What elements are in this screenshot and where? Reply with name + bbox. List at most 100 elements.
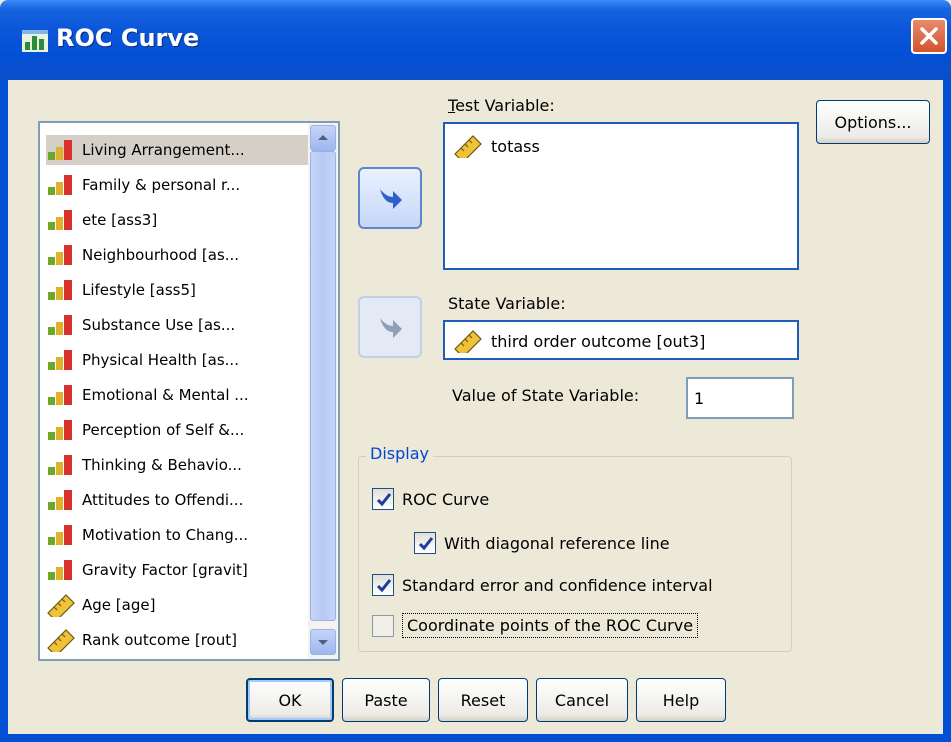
variable-label: Gravity Factor [gravit]: [82, 561, 248, 579]
source-variable-list[interactable]: Living Arrangement... Family & personal r…: [38, 121, 340, 661]
paste-button[interactable]: Paste: [342, 678, 430, 722]
roc-curve-checkbox[interactable]: ROC Curve: [372, 488, 489, 510]
help-button-label: Help: [662, 690, 700, 710]
ordinal-bar-icon: [48, 210, 72, 230]
ordinal-bar-icon: [48, 455, 72, 475]
close-button[interactable]: [911, 18, 947, 54]
variable-list-item[interactable]: Gravity Factor [gravit]: [46, 555, 308, 585]
move-to-state-variable-button[interactable]: [358, 296, 422, 358]
ordinal-bar-icon: [48, 385, 72, 405]
title-bar[interactable]: ROC Curve: [0, 0, 951, 80]
test-variable-list[interactable]: totass: [443, 122, 799, 270]
value-of-state-value: 1: [694, 389, 705, 408]
variable-list-item[interactable]: Age [age]: [46, 590, 308, 620]
variable-list-item[interactable]: Physical Health [as...: [46, 345, 308, 375]
scale-ruler-icon: [47, 629, 75, 652]
variable-label: Perception of Self &...: [82, 421, 245, 439]
ordinal-bar-icon: [48, 490, 72, 510]
variable-label: Thinking & Behavio...: [82, 456, 242, 474]
state-variable-field[interactable]: third order outcome [out3]: [443, 320, 799, 360]
checkbox-box[interactable]: [372, 614, 394, 637]
test-variable-label: Test Variable:: [448, 96, 555, 115]
variable-label: Living Arrangement...: [82, 141, 245, 159]
variable-list-item[interactable]: Substance Use [as...: [46, 310, 308, 340]
ordinal-bar-icon: [48, 525, 72, 545]
variable-list-item[interactable]: Neighbourhood [as...: [46, 240, 308, 270]
variable-label: Rank outcome [rout]: [82, 631, 237, 649]
state-variable-item[interactable]: third order outcome [out3]: [453, 329, 705, 353]
variable-label: Substance Use [as...: [82, 316, 236, 334]
checkbox-box[interactable]: [372, 574, 394, 596]
coordinate-points-checkbox[interactable]: Coordinate points of the ROC Curve: [372, 613, 699, 638]
variable-label: Attitudes to Offendi...: [82, 491, 244, 509]
variable-list-item[interactable]: Thinking & Behavio...: [46, 450, 308, 480]
vertical-scrollbar[interactable]: [308, 123, 338, 659]
scroll-thumb[interactable]: [310, 151, 336, 621]
options-button-label: Options...: [834, 112, 912, 132]
ordinal-bar-icon: [48, 245, 72, 265]
variable-list-item[interactable]: Motivation to Chang...: [46, 520, 308, 550]
variable-list-item[interactable]: Emotional & Mental ...: [46, 380, 308, 410]
scale-ruler-icon: [454, 135, 482, 158]
scale-ruler-icon: [454, 330, 482, 353]
move-to-test-variable-button[interactable]: [358, 167, 422, 229]
window-frame: [943, 80, 951, 742]
checkmark-icon: [376, 579, 392, 593]
ordinal-bar-icon: [48, 175, 72, 195]
ordinal-bar-icon: [48, 560, 72, 580]
cancel-button[interactable]: Cancel: [536, 678, 628, 722]
coordinate-points-label: Coordinate points of the ROC Curve: [402, 613, 699, 638]
value-of-state-input[interactable]: 1: [686, 377, 794, 419]
value-of-state-label: Value of State Variable:: [452, 386, 640, 405]
ok-button[interactable]: OK: [246, 678, 334, 722]
checkbox-box[interactable]: [372, 488, 394, 510]
window-frame: [0, 80, 8, 742]
variable-label: Family & personal r...: [82, 176, 241, 194]
roc-curve-label: ROC Curve: [402, 489, 490, 509]
ordinal-bar-icon: [48, 140, 72, 160]
scroll-up-icon: [318, 135, 328, 140]
paste-button-label: Paste: [364, 690, 408, 710]
options-button[interactable]: Options...: [816, 100, 930, 144]
standard-error-label: Standard error and confidence interval: [402, 575, 713, 595]
variable-list-item[interactable]: Lifestyle [ass5]: [46, 275, 308, 305]
reset-button[interactable]: Reset: [438, 678, 528, 722]
checkmark-icon: [418, 537, 434, 551]
display-group-title: Display: [366, 444, 433, 463]
arrow-right-icon: [380, 189, 402, 209]
variable-label: Motivation to Chang...: [82, 526, 249, 544]
ordinal-bar-icon: [48, 350, 72, 370]
checkbox-box[interactable]: [414, 532, 436, 554]
diagonal-reference-checkbox[interactable]: With diagonal reference line: [414, 532, 670, 554]
variable-label: Emotional & Mental ...: [82, 386, 249, 404]
test-variable-value: totass: [491, 136, 540, 156]
help-button[interactable]: Help: [636, 678, 726, 722]
window-title: ROC Curve: [56, 24, 200, 52]
scroll-down-button[interactable]: [310, 629, 336, 655]
arrow-right-icon: [380, 318, 402, 338]
variable-label: Neighbourhood [as...: [82, 246, 240, 264]
standard-error-checkbox[interactable]: Standard error and confidence interval: [372, 574, 713, 596]
variable-list-item[interactable]: Living Arrangement...: [46, 135, 308, 165]
state-variable-value: third order outcome [out3]: [491, 331, 706, 351]
variable-list-item[interactable]: Family & personal r...: [46, 170, 308, 200]
variable-list-item[interactable]: ete [ass3]: [46, 205, 308, 235]
diagonal-reference-label: With diagonal reference line: [444, 533, 670, 553]
variable-label: ete [ass3]: [82, 211, 158, 229]
ok-button-label: OK: [278, 690, 302, 710]
variable-list-item[interactable]: Attitudes to Offendi...: [46, 485, 308, 515]
variable-label: Age [age]: [82, 596, 156, 614]
scroll-up-button[interactable]: [310, 125, 336, 151]
roc-curve-dialog: ROC Curve Living Arrangement... Family & …: [0, 0, 951, 742]
scale-ruler-icon: [47, 594, 75, 617]
test-variable-item[interactable]: totass: [453, 134, 540, 158]
cancel-button-label: Cancel: [554, 690, 610, 710]
variable-list-item[interactable]: Perception of Self &...: [46, 415, 308, 445]
variable-list-item[interactable]: Rank outcome [rout]: [46, 625, 308, 655]
spss-app-icon: [22, 30, 48, 52]
reset-button-label: Reset: [460, 690, 506, 710]
ordinal-bar-icon: [48, 420, 72, 440]
checkmark-icon: [376, 493, 392, 507]
variable-label: Physical Health [as...: [82, 351, 239, 369]
state-variable-label: State Variable:: [448, 294, 566, 313]
